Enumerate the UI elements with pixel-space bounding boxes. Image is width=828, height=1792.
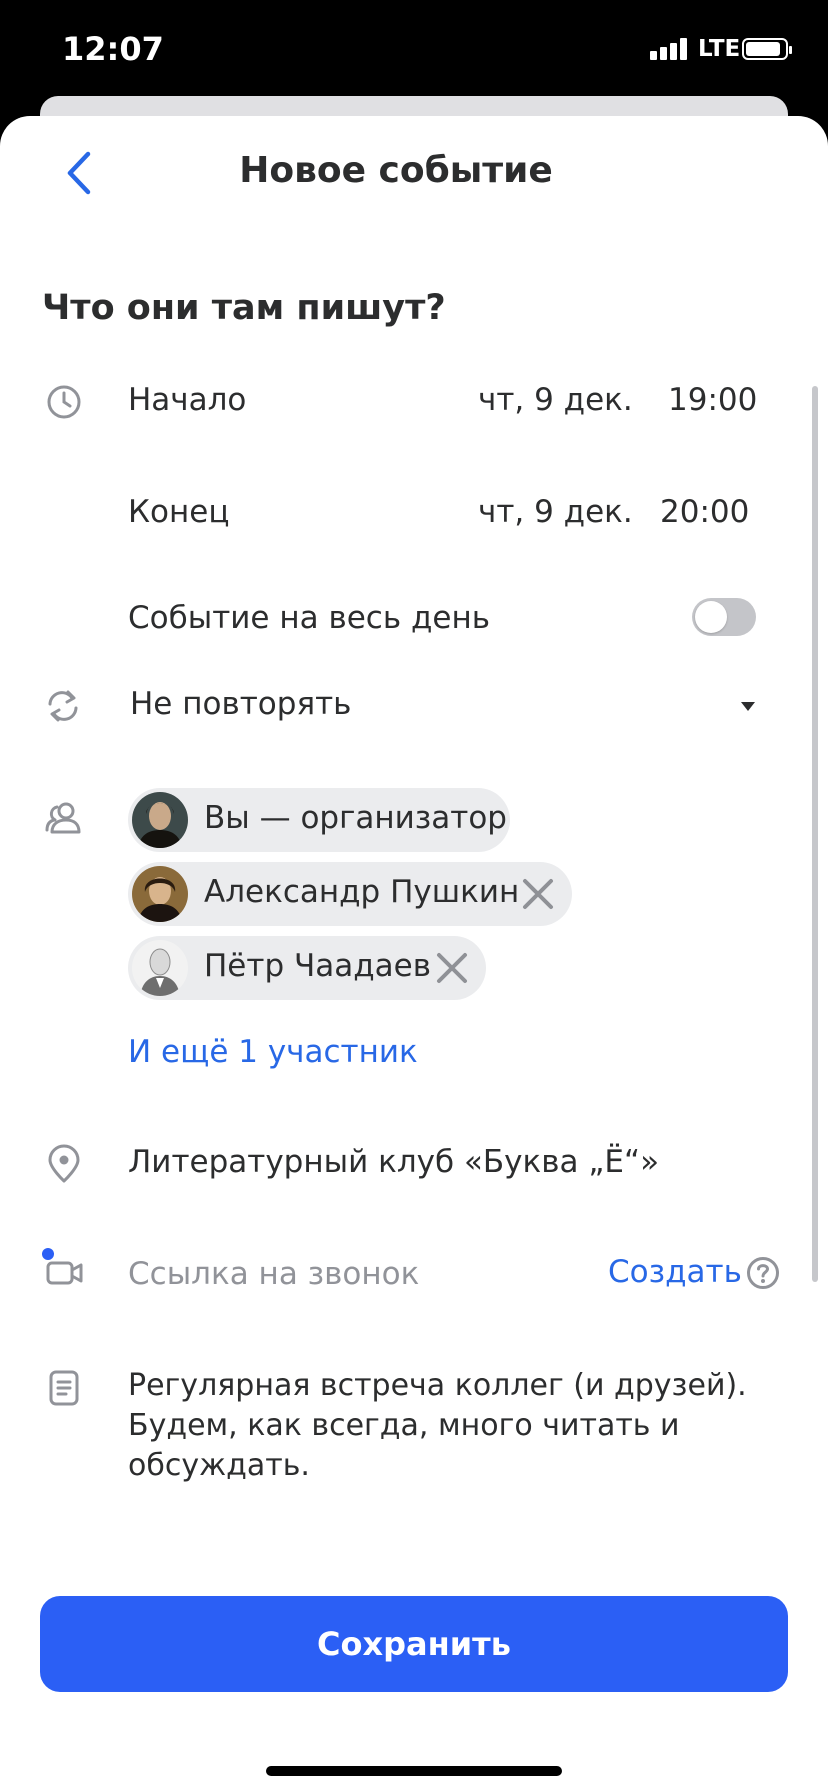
end-time[interactable]: 20:00 — [660, 494, 749, 530]
event-title[interactable]: Что они там пишут? — [42, 288, 446, 328]
all-day-toggle[interactable] — [692, 598, 756, 636]
video-camera-icon — [46, 1261, 83, 1285]
call-link-field[interactable]: Ссылка на звонок — [128, 1256, 419, 1292]
participant-chip-organizer[interactable]: Вы — организатор — [128, 788, 510, 852]
participant-name: Александр Пушкин — [204, 874, 520, 910]
description-line: Регулярная встреча коллег (и друзей). — [128, 1368, 747, 1403]
back-chevron-icon[interactable] — [60, 148, 100, 198]
home-indicator — [266, 1766, 562, 1776]
avatar — [132, 792, 188, 848]
signal-icon — [650, 38, 687, 60]
participant-chip-pushkin[interactable]: Александр Пушкин — [128, 862, 572, 926]
participant-chip-chaadaev[interactable]: Пётр Чаадаев — [128, 936, 486, 1000]
scrollbar[interactable] — [812, 386, 818, 1282]
participant-name: Пётр Чаадаев — [204, 948, 431, 984]
save-button[interactable]: Сохранить — [40, 1596, 788, 1692]
status-bar: 12:07 LTE — [0, 0, 828, 100]
network-label: LTE — [698, 36, 741, 62]
start-date[interactable]: чт, 9 дек. — [478, 382, 633, 418]
participant-name: Вы — организатор — [204, 800, 507, 836]
avatar — [132, 866, 188, 922]
description-line: Будем, как всегда, много читать и — [128, 1408, 680, 1443]
help-icon[interactable] — [746, 1256, 780, 1290]
page-title: Новое событие — [239, 150, 553, 191]
location-pin-icon — [48, 1144, 80, 1183]
more-participants-link[interactable]: И ещё 1 участник — [128, 1034, 418, 1070]
create-call-link[interactable]: Создать — [608, 1254, 742, 1290]
start-time[interactable]: 19:00 — [668, 382, 757, 418]
clock-icon — [47, 385, 81, 419]
status-time: 12:07 — [62, 30, 164, 68]
description-field[interactable]: Регулярная встреча коллег (и друзей). Бу… — [128, 1366, 747, 1486]
battery-icon — [742, 38, 792, 60]
start-label: Начало — [128, 382, 247, 418]
remove-participant-icon[interactable] — [520, 876, 556, 912]
location-field[interactable]: Литературный клуб «Буква „Ё“» — [128, 1144, 659, 1180]
avatar — [132, 940, 188, 996]
all-day-label: Событие на весь день — [128, 600, 491, 636]
end-label: Конец — [128, 494, 230, 530]
participants-icon — [45, 802, 81, 834]
dropdown-arrow-icon[interactable] — [740, 700, 756, 712]
document-icon — [49, 1370, 79, 1406]
repeat-select[interactable]: Не повторять — [130, 686, 351, 722]
repeat-icon — [48, 690, 78, 722]
description-line: обсуждать. — [128, 1448, 310, 1483]
end-date[interactable]: чт, 9 дек. — [478, 494, 633, 530]
remove-participant-icon[interactable] — [434, 950, 470, 986]
